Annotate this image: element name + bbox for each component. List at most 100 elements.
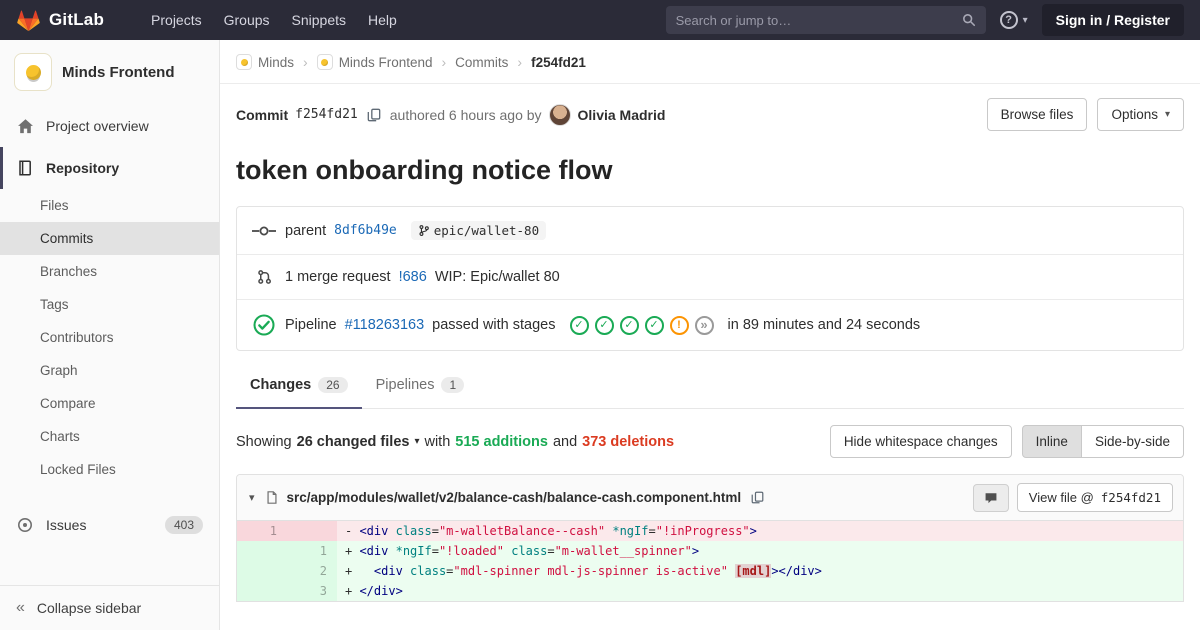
parent-row: parent 8df6b49e epic/wallet-80	[237, 207, 1183, 254]
tab-pipelines[interactable]: Pipelines 1	[362, 363, 479, 409]
old-line-number[interactable]: 1	[237, 521, 287, 541]
new-line-number[interactable]: 3	[287, 581, 337, 601]
diff-code: 1- <div class="m-walletBalance--cash" *n…	[237, 521, 1183, 601]
sidebar-item-compare[interactable]: Compare	[0, 387, 219, 420]
stage-passed-icon[interactable]: ✓	[569, 315, 589, 335]
sign-in-button[interactable]: Sign in / Register	[1041, 4, 1184, 36]
parent-sha-link[interactable]: 8df6b49e	[334, 223, 397, 238]
sidebar-item-label: Repository	[46, 160, 120, 176]
chevron-double-left-icon: «	[16, 599, 25, 616]
nav-link-snippets[interactable]: Snippets	[281, 0, 357, 40]
pipeline-duration: in 89 minutes and 24 seconds	[727, 317, 921, 333]
diff-line: 2 + <div class="mdl-spinner mdl-js-spinne…	[237, 561, 1183, 581]
stage-passed-icon[interactable]: ✓	[594, 315, 614, 335]
pipeline-mini-graph: ✓ ✓ ✓ ✓!»	[569, 315, 714, 335]
branch-ref[interactable]: epic/wallet-80	[410, 221, 547, 240]
author-avatar[interactable]	[548, 103, 571, 126]
global-search	[665, 6, 986, 34]
diff-file: ▾ src/app/modules/wallet/v2/balance-cash…	[236, 474, 1184, 602]
sidebar-item-tags[interactable]: Tags	[0, 288, 219, 321]
tab-changes[interactable]: Changes 26	[236, 363, 362, 409]
nav-link-help[interactable]: Help	[357, 0, 408, 40]
sidebar-item-graph[interactable]: Graph	[0, 354, 219, 387]
brand-name: GitLab	[49, 10, 105, 29]
breadcrumb-item-f254fd21[interactable]: f254fd21	[531, 55, 586, 70]
view-file-button[interactable]: View file @ f254fd21	[1016, 483, 1173, 512]
hide-whitespace-button[interactable]: Hide whitespace changes	[829, 425, 1012, 458]
copy-file-path-button[interactable]	[749, 489, 766, 506]
stage-passed-icon[interactable]: ✓	[619, 315, 639, 335]
old-line-number[interactable]	[237, 581, 287, 601]
stage-skipped-icon[interactable]: »	[694, 315, 714, 335]
pipeline-status-text: passed with stages	[432, 317, 556, 333]
collapse-sidebar-label: Collapse sidebar	[36, 600, 142, 616]
commit-sha: f254fd21	[295, 107, 358, 122]
comment-icon	[984, 491, 998, 505]
old-line-number[interactable]	[237, 541, 287, 561]
author-name-link[interactable]: Olivia Madrid	[578, 107, 666, 123]
diff-line: 1 - <div class="m-walletBalance--cash" *n…	[237, 521, 1183, 541]
breadcrumb-item-commits[interactable]: Commits	[455, 55, 508, 70]
new-line-number[interactable]: 1	[287, 541, 337, 561]
diff-file-header: ▾ src/app/modules/wallet/v2/balance-cash…	[237, 475, 1183, 521]
file-icon	[265, 490, 279, 505]
breadcrumb-label: f254fd21	[531, 54, 586, 70]
toggle-comments-button[interactable]	[972, 483, 1009, 512]
pipeline-status-passed-icon	[251, 314, 277, 336]
diff-code-line: + <div class="mdl-spinner mdl-js-spinner…	[337, 561, 1183, 581]
authored-text: authored 6 hours ago by	[389, 106, 542, 123]
tab-label: Changes	[250, 377, 312, 393]
sidebar-item-files[interactable]: Files	[0, 189, 219, 222]
chevron-down-icon: ▾	[414, 436, 420, 447]
branch-icon	[418, 224, 430, 237]
merge-request-count: 1 merge request	[285, 269, 391, 285]
breadcrumb-item-minds[interactable]: Minds	[236, 54, 294, 70]
sidebar-item-repository[interactable]: Repository	[0, 147, 219, 189]
collapse-file-icon[interactable]: ▾	[247, 491, 257, 504]
sidebar-item-locked-files[interactable]: Locked Files	[0, 453, 219, 486]
sidebar-item-charts[interactable]: Charts	[0, 420, 219, 453]
pipeline-link[interactable]: #118263163	[345, 317, 425, 333]
sidebar-item-project-overview[interactable]: Project overview	[0, 105, 219, 147]
sidebar-item-issues[interactable]: Issues 403	[0, 504, 219, 546]
breadcrumb-label: Minds Frontend	[338, 54, 433, 70]
file-path[interactable]: src/app/modules/wallet/v2/balance-cash/b…	[287, 490, 742, 505]
sidebar-nav: Project overview Repository Files Commits…	[0, 105, 219, 585]
branch-name: epic/wallet-80	[433, 223, 540, 238]
parent-label: parent	[285, 222, 327, 239]
breadcrumb-item-minds-frontend[interactable]: Minds Frontend	[316, 54, 433, 70]
browse-files-button[interactable]: Browse files	[986, 98, 1088, 131]
pipeline-label: Pipeline	[285, 317, 337, 333]
commit-icon	[251, 224, 277, 238]
breadcrumb-separator: ›	[517, 54, 523, 70]
sidebar-item-contributors[interactable]: Contributors	[0, 321, 219, 354]
help-menu[interactable]: ? ▾	[999, 11, 1028, 29]
stage-warning-icon[interactable]: !	[669, 315, 689, 335]
issues-count-badge: 403	[164, 516, 203, 534]
breadcrumb-separator: ›	[441, 54, 447, 70]
new-line-number[interactable]	[287, 521, 337, 541]
search-input[interactable]	[675, 12, 954, 28]
inline-view-button[interactable]: Inline	[1021, 425, 1082, 458]
options-dropdown-button[interactable]: Options ▾	[1097, 98, 1184, 131]
nav-link-groups[interactable]: Groups	[213, 0, 281, 40]
main-content: Minds › Minds Frontend › Commits › f254fd21 Co…	[220, 40, 1200, 630]
old-line-number[interactable]	[237, 561, 287, 581]
sidebar-item-commits[interactable]: Commits	[0, 222, 219, 255]
project-context-header[interactable]: Minds Frontend	[0, 40, 219, 105]
collapse-sidebar-button[interactable]: « Collapse sidebar	[0, 585, 219, 630]
gitlab-home-link[interactable]: GitLab	[16, 8, 104, 32]
side-by-side-view-button[interactable]: Side-by-side	[1081, 425, 1184, 458]
sidebar-item-branches[interactable]: Branches	[0, 255, 219, 288]
showing-text: Showing	[236, 433, 292, 450]
stage-passed-icon[interactable]: ✓	[644, 315, 664, 335]
project-avatar-icon	[14, 53, 52, 91]
commit-label: Commit	[236, 106, 289, 123]
breadcrumb-avatar-icon	[236, 54, 252, 70]
new-line-number[interactable]: 2	[287, 561, 337, 581]
copy-sha-button[interactable]	[365, 106, 383, 124]
merge-request-link[interactable]: !686	[399, 269, 427, 285]
changed-files-dropdown[interactable]: 26 changed files ▾	[297, 434, 420, 450]
nav-link-projects[interactable]: Projects	[140, 0, 213, 40]
tab-count-badge: 26	[318, 377, 348, 393]
